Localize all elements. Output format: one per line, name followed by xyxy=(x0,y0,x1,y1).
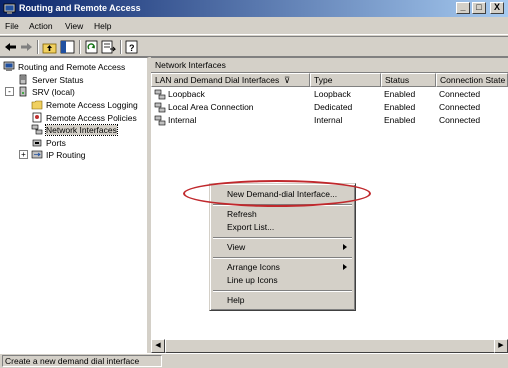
sort-filter-icon: ⊽ xyxy=(284,75,291,85)
export-list-icon[interactable] xyxy=(101,40,116,54)
interface-icon xyxy=(154,115,166,126)
mmc-window: Routing and Remote Access _ □ X File Act… xyxy=(0,0,508,368)
table-row[interactable]: Local Area Connection Dedicated Enabled … xyxy=(151,101,508,114)
interface-name-cell: Loopback xyxy=(154,88,205,101)
interface-name-cell: Local Area Connection xyxy=(154,101,254,114)
column-header-type[interactable]: Type xyxy=(310,73,381,87)
table-row[interactable]: Internal Internal Enabled Connected xyxy=(151,114,508,127)
type-cell: Loopback xyxy=(314,89,351,99)
ports-icon xyxy=(32,139,42,147)
pane-title: Network Interfaces xyxy=(151,58,508,73)
toolbar: ? xyxy=(0,36,508,57)
horizontal-scrollbar[interactable]: ◀ ▶ xyxy=(151,339,508,353)
routing-app-icon xyxy=(3,3,16,14)
close-button[interactable]: X xyxy=(490,2,504,14)
submenu-arrow-icon xyxy=(343,244,347,250)
tree-server-status[interactable]: Server Status xyxy=(17,73,84,85)
tree-network-interfaces[interactable]: Network Interfaces xyxy=(31,123,118,136)
menu-file[interactable]: File xyxy=(5,21,19,31)
toolbar-separator xyxy=(120,40,122,54)
scroll-right-button[interactable]: ▶ xyxy=(494,339,508,353)
title-bar[interactable]: Routing and Remote Access _ □ X xyxy=(0,0,508,17)
minimize-button[interactable]: _ xyxy=(456,2,470,14)
menu-line-up-icons[interactable]: Line up Icons xyxy=(212,274,353,287)
refresh-icon[interactable] xyxy=(84,40,99,54)
tree-collapse-toggle[interactable]: - xyxy=(5,87,14,96)
table-row[interactable]: Loopback Loopback Enabled Connected xyxy=(151,88,508,101)
tree-root[interactable]: Routing and Remote Access xyxy=(3,60,125,72)
server-status-icon xyxy=(19,74,27,85)
menu-bar: File Action View Help xyxy=(0,18,508,35)
help-icon[interactable]: ? xyxy=(125,40,140,54)
ip-routing-icon xyxy=(31,150,43,159)
tree-remote-access-policies[interactable]: Remote Access Policies xyxy=(31,111,137,123)
forward-arrow-icon[interactable] xyxy=(19,40,34,54)
tree-ip-routing[interactable]: IP Routing xyxy=(31,148,86,160)
menu-arrange-icons[interactable]: Arrange Icons xyxy=(212,261,353,274)
menu-help-item[interactable]: Help xyxy=(212,294,353,307)
menu-separator xyxy=(213,257,352,259)
tree-remote-access-logging[interactable]: Remote Access Logging xyxy=(31,98,138,110)
status-cell: Enabled xyxy=(384,89,416,99)
show-hide-tree-icon[interactable] xyxy=(60,40,75,54)
scroll-thumb[interactable] xyxy=(165,339,495,353)
menu-help[interactable]: Help xyxy=(94,21,111,31)
routing-root-icon xyxy=(3,61,15,72)
menu-action[interactable]: Action xyxy=(29,21,53,31)
network-interface-icon xyxy=(31,124,43,135)
policy-icon xyxy=(32,112,42,123)
scroll-left-button[interactable]: ◀ xyxy=(151,339,165,353)
maximize-button[interactable]: □ xyxy=(472,2,486,14)
menu-separator xyxy=(213,290,352,292)
menu-export-list[interactable]: Export List... xyxy=(212,221,353,234)
column-header-connection-state[interactable]: Connection State xyxy=(436,73,508,87)
highlight-ellipse xyxy=(183,180,371,207)
menu-separator xyxy=(213,237,352,239)
server-icon xyxy=(19,86,27,97)
up-folder-icon[interactable] xyxy=(42,40,57,54)
interface-icon xyxy=(154,89,166,100)
back-arrow-icon[interactable] xyxy=(3,40,18,54)
tree-expand-toggle[interactable]: + xyxy=(19,150,28,159)
status-bar: Create a new demand dial interface xyxy=(0,353,508,368)
type-cell: Internal xyxy=(314,115,343,125)
type-cell: Dedicated xyxy=(314,102,353,112)
column-header-status[interactable]: Status xyxy=(381,73,436,87)
menu-view-submenu[interactable]: View xyxy=(212,241,353,254)
connection-state-cell: Connected xyxy=(439,102,481,112)
toolbar-separator xyxy=(37,40,39,54)
interface-name-cell: Internal xyxy=(154,114,196,127)
tree-server[interactable]: SRV (local) xyxy=(17,85,75,97)
menu-refresh[interactable]: Refresh xyxy=(212,208,353,221)
folder-icon xyxy=(31,100,43,110)
connection-state-cell: Connected xyxy=(439,115,481,125)
tree-ports[interactable]: Ports xyxy=(31,136,66,148)
connection-state-cell: Connected xyxy=(439,89,481,99)
toolbar-separator xyxy=(79,40,81,54)
status-cell: Enabled xyxy=(384,102,416,112)
submenu-arrow-icon xyxy=(343,264,347,270)
menu-view[interactable]: View xyxy=(65,21,83,31)
status-text: Create a new demand dial interface xyxy=(2,355,162,367)
svg-text:?: ? xyxy=(129,43,135,53)
column-header-interfaces[interactable]: LAN and Demand Dial Interfaces ⊽ xyxy=(151,73,310,87)
status-cell: Enabled xyxy=(384,115,416,125)
interface-icon xyxy=(154,102,166,113)
window-title: Routing and Remote Access xyxy=(19,3,141,13)
console-tree: Routing and Remote Access Server Status … xyxy=(0,57,149,353)
